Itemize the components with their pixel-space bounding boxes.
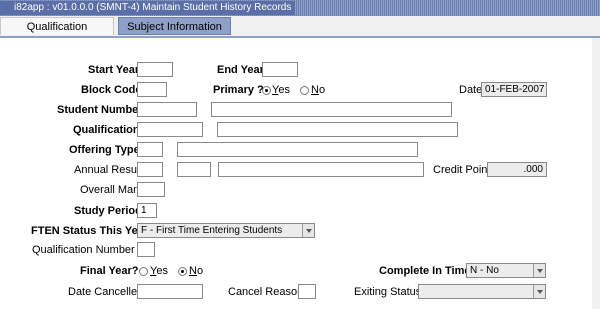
start-year-input[interactable] (137, 62, 173, 77)
offering-type-name-field[interactable] (177, 142, 418, 157)
tab-qualification-information[interactable]: Qualification Information (0, 17, 114, 51)
ften-status-select[interactable]: F - First Time Entering Students (137, 223, 315, 238)
panel-right-border (592, 38, 600, 309)
date-cancelled-input[interactable] (137, 284, 203, 299)
overall-mark-label: Overall Mark (80, 184, 143, 196)
credit-point-field[interactable]: .000 (487, 162, 547, 177)
block-code-label: Block Code (81, 84, 142, 96)
complete-in-time-value: N - No (470, 265, 499, 276)
block-code-input[interactable] (137, 82, 167, 97)
primary-yes-label: Yes (272, 84, 290, 96)
chevron-down-icon[interactable] (533, 264, 545, 277)
final-year-yes-radio[interactable] (139, 267, 148, 276)
chevron-down-icon[interactable] (533, 285, 545, 298)
primary-no-label: No (311, 84, 326, 96)
exiting-status-select[interactable] (418, 284, 546, 299)
end-year-label: End Year (217, 64, 264, 76)
final-year-no-radio[interactable] (178, 267, 187, 276)
study-period-label: Study Period (74, 205, 142, 217)
tab-bar: Qualification Information Subject Inform… (0, 16, 600, 51)
chevron-down-icon[interactable] (302, 224, 314, 237)
student-name-field[interactable] (211, 102, 452, 117)
date-label: Date (459, 84, 483, 96)
end-year-input[interactable] (262, 62, 298, 77)
cancel-reason-label: Cancel Reason (228, 286, 304, 298)
qualification-input[interactable] (137, 122, 203, 137)
title-bar[interactable]: i82app : v01.0.0.0 (SMNT-4) Maintain Stu… (0, 0, 600, 16)
final-year-no-label: No (189, 265, 204, 277)
annual-result-input[interactable] (137, 162, 163, 177)
window-title: i82app : v01.0.0.0 (SMNT-4) Maintain Stu… (0, 1, 296, 15)
qualification-label: Qualification (73, 124, 140, 136)
student-number-input[interactable] (137, 102, 197, 117)
annual-result-label: Annual Result (74, 164, 143, 176)
final-year-yes-label: Yes (150, 265, 168, 277)
cancel-reason-input[interactable] (298, 284, 316, 299)
date-field[interactable]: 01-FEB-2007 (481, 82, 547, 97)
complete-in-time-label: Complete In Time (379, 265, 471, 277)
ften-status-label: FTEN Status This Year (31, 225, 149, 237)
annual-result-code-field[interactable] (177, 162, 211, 177)
primary-no-radio[interactable] (300, 86, 309, 95)
date-cancelled-label: Date Cancelled (68, 286, 144, 298)
credit-point-label: Credit Point (433, 164, 491, 176)
start-year-label: Start Year (88, 64, 140, 76)
qualification-name-field[interactable] (217, 122, 458, 137)
ften-status-value: F - First Time Entering Students (141, 225, 283, 236)
offering-type-label: Offering Type (69, 144, 140, 156)
complete-in-time-select[interactable]: N - No (466, 263, 546, 278)
primary-label: Primary ? (213, 84, 264, 96)
qualification-number-input[interactable] (137, 242, 155, 257)
primary-yes-radio[interactable] (262, 86, 271, 95)
qualification-number-label: Qualification Number (32, 244, 135, 256)
tab-subject-information[interactable]: Subject Information (118, 17, 231, 35)
study-period-input[interactable]: 1 (137, 203, 157, 218)
exiting-status-label: Exiting Status (354, 286, 422, 298)
overall-mark-input[interactable] (137, 182, 165, 197)
offering-type-input[interactable] (137, 142, 163, 157)
student-number-label: Student Number (57, 104, 143, 116)
final-year-label: Final Year? (80, 265, 139, 277)
annual-result-description-field[interactable] (218, 162, 424, 177)
